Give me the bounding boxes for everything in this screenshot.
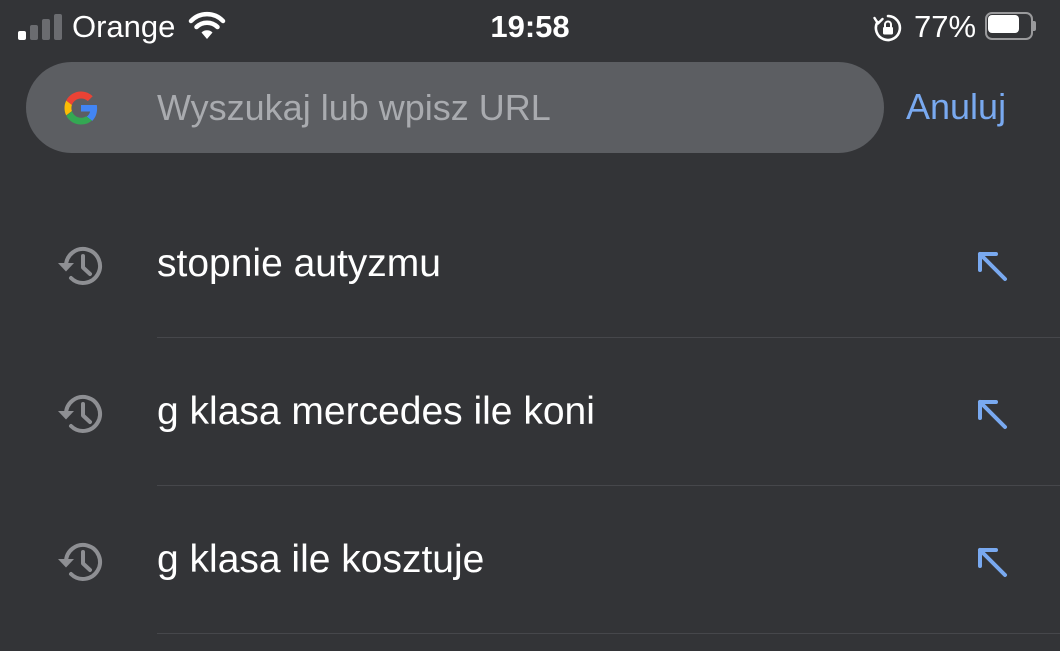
history-icon [53, 390, 109, 438]
google-logo-icon [57, 84, 105, 132]
suggestion-list: stopnie autyzmu g klasa mercedes ile kon… [0, 190, 1060, 634]
suggestion-item[interactable]: stopnie autyzmu [0, 190, 1060, 338]
search-bar[interactable] [26, 62, 884, 153]
suggestion-item[interactable]: g klasa mercedes ile koni [0, 338, 1060, 486]
fill-arrow-icon[interactable] [972, 542, 1012, 582]
fill-arrow-icon[interactable] [972, 246, 1012, 286]
history-icon [53, 242, 109, 290]
suggestion-text: g klasa mercedes ile koni [157, 390, 595, 433]
suggestion-text: g klasa ile kosztuje [157, 538, 485, 581]
suggestion-item[interactable]: g klasa ile kosztuje [0, 486, 1060, 634]
fill-arrow-icon[interactable] [972, 394, 1012, 434]
search-input[interactable] [157, 62, 857, 153]
divider [157, 633, 1060, 634]
history-icon [53, 538, 109, 586]
battery-icon [985, 12, 1036, 40]
status-bar: Orange 19:58 77% [0, 0, 1060, 54]
cancel-button[interactable]: Anuluj [906, 84, 1006, 130]
rotation-lock-icon [873, 13, 903, 48]
suggestion-text: stopnie autyzmu [157, 242, 441, 285]
battery-percent: 77% [914, 9, 977, 44]
